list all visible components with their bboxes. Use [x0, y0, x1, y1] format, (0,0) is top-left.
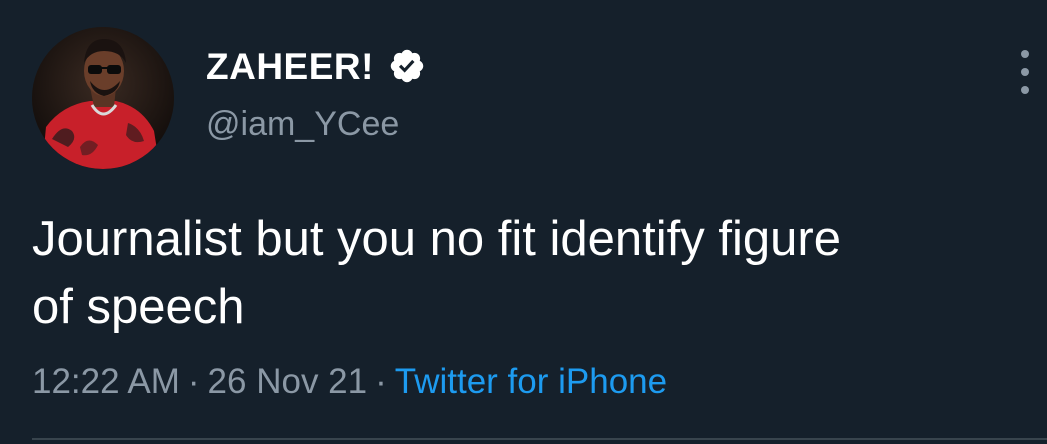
- verified-badge-icon: [388, 47, 426, 85]
- more-dot: [1021, 68, 1029, 76]
- meta-separator: ·: [187, 362, 200, 401]
- tweet-source-link[interactable]: Twitter for iPhone: [395, 362, 667, 401]
- tweet-date[interactable]: 26 Nov 21: [208, 362, 368, 401]
- more-options-icon[interactable]: [1013, 50, 1037, 94]
- more-dot: [1021, 86, 1029, 94]
- tweet-text: Journalist but you no fit identify figur…: [32, 212, 841, 334]
- author-name-row[interactable]: ZAHEER!: [206, 40, 426, 92]
- author-display-name[interactable]: ZAHEER!: [206, 48, 374, 85]
- more-dot: [1021, 50, 1029, 58]
- meta-separator: ·: [375, 362, 387, 401]
- tweet-card: ZAHEER! @iam_YCee Journalist but you no …: [0, 0, 1047, 444]
- divider: [32, 438, 1047, 440]
- avatar-photo-icon: [32, 27, 174, 169]
- tweet-time[interactable]: 12:22 AM: [32, 362, 180, 401]
- tweet-metadata: 12:22 AM · 26 Nov 21 · Twitter for iPhone: [32, 364, 667, 399]
- author-handle[interactable]: @iam_YCee: [206, 107, 399, 141]
- author-avatar[interactable]: [32, 27, 174, 169]
